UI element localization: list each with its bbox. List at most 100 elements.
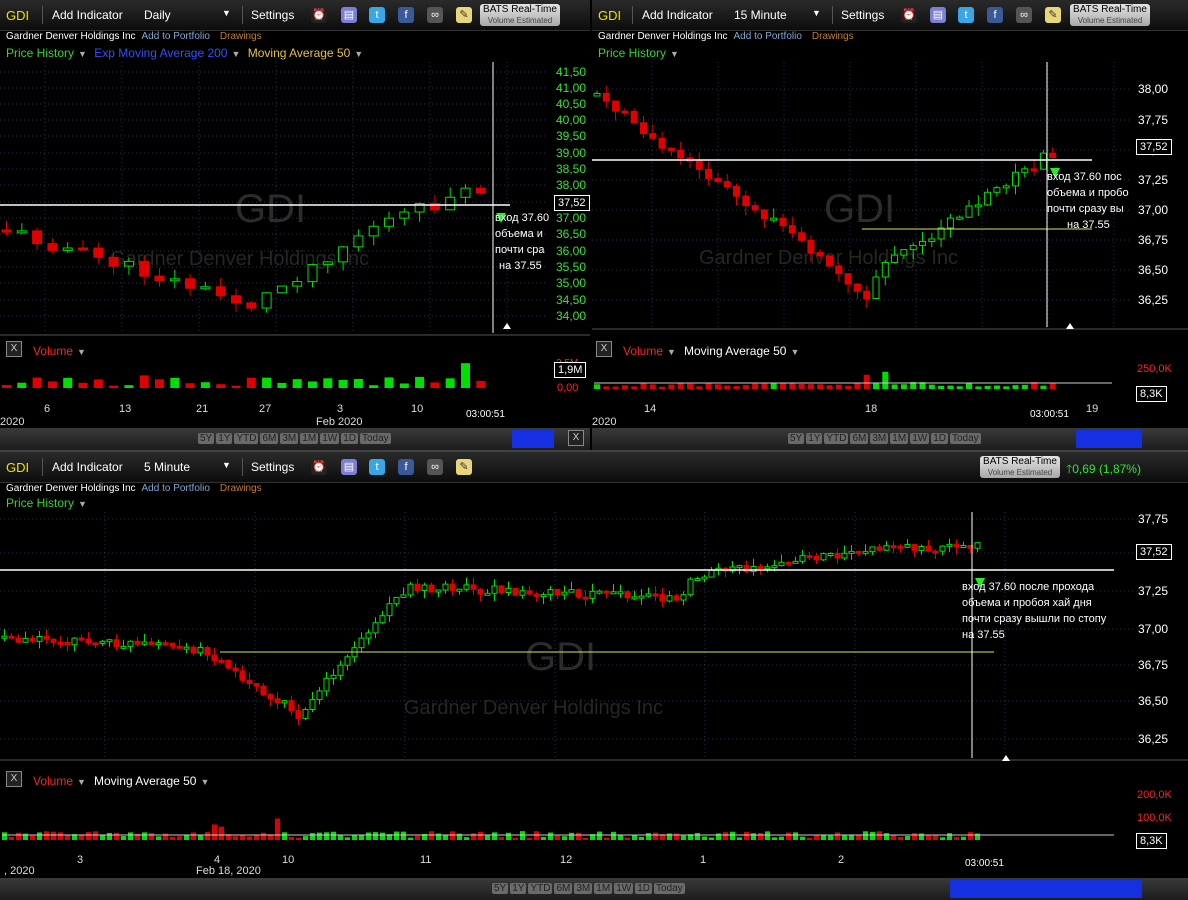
range-6m[interactable]: 6M (260, 433, 279, 444)
volume-bar (170, 836, 175, 840)
volume-bar (541, 837, 546, 840)
volume-bar (520, 831, 525, 840)
candle-body (36, 635, 43, 642)
close-volume-button[interactable]: X (596, 341, 612, 357)
range-3m[interactable]: 3M (574, 883, 593, 894)
range-6m[interactable]: 6M (850, 433, 869, 444)
range-5y[interactable]: 5Y (788, 433, 805, 444)
candle-body (330, 674, 337, 679)
chevron-down-icon[interactable]: ▼ (667, 347, 676, 357)
volume-bar (401, 831, 406, 840)
candle-body (946, 217, 954, 229)
volume-bar (415, 835, 420, 840)
close-volume-button[interactable]: X (6, 341, 22, 357)
range-today[interactable]: Today (949, 433, 981, 444)
price-axis-label: 35,50 (556, 260, 586, 274)
ma-label[interactable]: Moving Average 50 (94, 774, 197, 788)
range-3m[interactable]: 3M (870, 433, 889, 444)
volume-bar (527, 837, 532, 840)
range-1d[interactable]: 1D (931, 433, 948, 444)
volume-bar (121, 836, 126, 840)
5min-chart-canvas[interactable]: GDIGardner Denver Holdings Inc37,7537,50… (0, 452, 1188, 900)
volume-bar (366, 832, 371, 840)
range-today[interactable]: Today (359, 433, 391, 444)
candle-body (705, 168, 713, 180)
chevron-down-icon[interactable]: ▼ (77, 777, 86, 787)
navigator-strip[interactable]: 5Y 1Y YTD 6M 3M 1M 1W 1D Today (592, 428, 1188, 450)
range-buttons: 5Y 1Y YTD 6M 3M 1M 1W 1D Today (198, 433, 393, 444)
range-1w[interactable]: 1W (910, 433, 930, 444)
candle-body (603, 590, 610, 594)
navigator-window[interactable] (950, 880, 1142, 898)
range-6m[interactable]: 6M (554, 883, 573, 894)
volume-bar (262, 377, 272, 388)
candle-body (344, 656, 351, 666)
range-1m[interactable]: 1M (300, 433, 319, 444)
last-price-tag: 37,52 (554, 195, 590, 211)
watermark-symbol: GDI (235, 187, 306, 231)
candle-body (281, 700, 288, 704)
volume-bar (373, 832, 378, 840)
candle-body (512, 587, 519, 596)
volume-label[interactable]: Volume (33, 774, 73, 788)
range-1w[interactable]: 1W (320, 433, 340, 444)
range-5y[interactable]: 5Y (492, 883, 509, 894)
candle-body (85, 638, 92, 644)
navigator-strip[interactable]: 5Y 1Y YTD 6M 3M 1M 1W 1D Today (0, 878, 1188, 900)
chevron-down-icon[interactable]: ▼ (77, 347, 86, 357)
range-1m[interactable]: 1M (890, 433, 909, 444)
date-axis-label: 3 (77, 854, 83, 866)
candle-body (1012, 171, 1019, 187)
price-axis-label: 36,00 (556, 244, 586, 258)
range-1d[interactable]: 1D (341, 433, 358, 444)
volume-label[interactable]: Volume (623, 344, 663, 358)
time-label: 03:00:51 (965, 858, 1004, 869)
range-today[interactable]: Today (653, 883, 685, 894)
volume-bar (677, 383, 684, 389)
close-volume-button[interactable]: X (6, 771, 22, 787)
volume-bar (891, 384, 898, 389)
range-1y[interactable]: 1Y (806, 433, 823, 444)
volume-bar (216, 384, 226, 388)
candle-body (484, 592, 491, 596)
chevron-down-icon[interactable]: ▼ (790, 347, 799, 357)
range-ytd[interactable]: YTD (824, 433, 849, 444)
chevron-down-icon[interactable]: ▼ (200, 777, 209, 787)
range-1y[interactable]: 1Y (216, 433, 233, 444)
navigator-window[interactable] (512, 430, 554, 448)
range-3m[interactable]: 3M (280, 433, 299, 444)
watermark-name: Gardner Denver Holdings Inc (404, 697, 663, 719)
range-1m[interactable]: 1M (594, 883, 613, 894)
candle-body (1049, 152, 1057, 159)
candle-body (358, 637, 365, 649)
navigator-strip[interactable]: 5Y 1Y YTD 6M 3M 1M 1W 1D Today X (0, 428, 590, 450)
volume-bar (800, 836, 805, 840)
close-panel-button[interactable]: X (568, 430, 584, 446)
candle-body (694, 578, 701, 582)
range-1w[interactable]: 1W (614, 883, 634, 894)
range-1y[interactable]: 1Y (510, 883, 527, 894)
candle-body (211, 654, 218, 661)
navigator-window[interactable] (1076, 430, 1142, 448)
range-ytd[interactable]: YTD (528, 883, 553, 894)
date-year-label: 2020 (592, 416, 617, 428)
ma-label[interactable]: Moving Average 50 (684, 344, 787, 358)
candle-body (876, 546, 883, 551)
candle-body (612, 100, 620, 112)
volume-label[interactable]: Volume (33, 344, 73, 358)
range-1d[interactable]: 1D (635, 883, 652, 894)
volume-bar (430, 382, 440, 388)
volume-bar (78, 382, 88, 388)
volume-bar (429, 831, 434, 840)
range-5y[interactable]: 5Y (198, 433, 215, 444)
candle-body (29, 637, 36, 642)
volume-bar (752, 383, 759, 389)
candle-body (246, 679, 253, 685)
scroll-marker-icon (1002, 755, 1010, 761)
volume-bar (947, 833, 952, 840)
range-ytd[interactable]: YTD (234, 433, 259, 444)
candle-body (909, 244, 917, 251)
date-axis-label: 27 (259, 403, 271, 415)
candle-body (491, 585, 498, 594)
range-buttons: 5Y 1Y YTD 6M 3M 1M 1W 1D Today (788, 433, 983, 444)
